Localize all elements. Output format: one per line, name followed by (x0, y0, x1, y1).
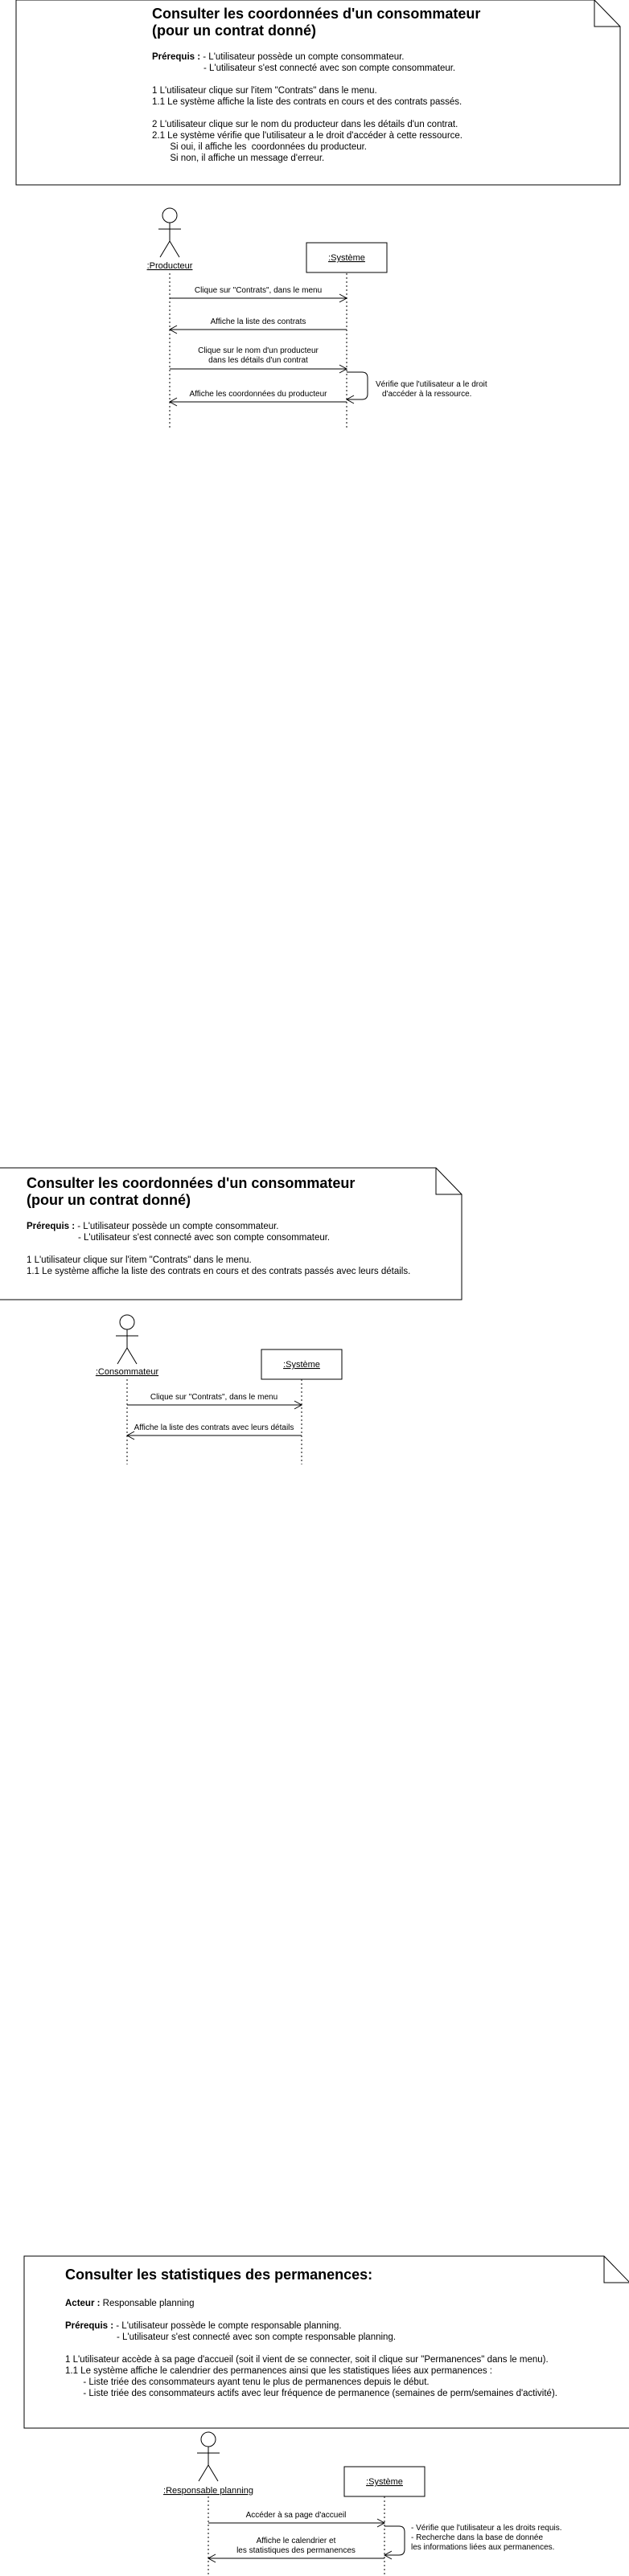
message-label-1: Clique sur "Contrats", dans le menu (150, 1393, 278, 1402)
note-acteur: Acteur : Responsable planning (65, 2298, 612, 2309)
acteur-value: Responsable planning (102, 2299, 195, 2308)
self-note-1: - Vérifie que l'utilisateur a les droits… (411, 2524, 562, 2533)
step-line: 1.1 Le système affiche la liste des cont… (27, 1267, 411, 1276)
system-label: :Système (283, 1360, 320, 1370)
note-title: Consulter les coordonnées d'un consommat… (152, 6, 602, 39)
actor-label: :Consommateur (96, 1367, 159, 1377)
step-line: 2 L'utilisateur clique sur le nom du pro… (152, 120, 458, 129)
sequence-diagrams-canvas: :Producteur :Système Clique sur "Contrat… (0, 0, 629, 2576)
note-steps: 1 L'utilisateur clique sur l'item "Contr… (27, 1255, 453, 1277)
step-line: Si oui, il affiche les coordonnées du pr… (152, 142, 368, 152)
step-line: - Liste triée des consommateurs ayant te… (65, 2377, 430, 2387)
note-steps: 1 L'utilisateur accède à sa page d'accue… (65, 2354, 612, 2399)
actor-figure (116, 1314, 138, 1365)
self-note-3: les informations liées aux permanences. (411, 2543, 554, 2552)
actor-figure (197, 2431, 220, 2482)
note-prereq: Prérequis : - L'utilisateur possède le c… (65, 2320, 612, 2343)
step-line: 1.1 Le système affiche la liste des cont… (152, 97, 462, 107)
prereq-item: - L'utilisateur s'est connecté avec son … (117, 2332, 397, 2342)
step-line: 2.1 Le système vérifie que l'utilisateur… (152, 131, 463, 141)
use-case-note-2: Consulter les coordonnées d'un consommat… (27, 1175, 453, 1277)
sequence-diagram-1: :Producteur :Système Clique sur "Contrat… (147, 207, 487, 428)
actor-label: :Responsable planning (163, 2486, 253, 2496)
message-label-2: Affiche la liste des contrats avec leurs… (134, 1423, 294, 1432)
prereq-label: Prérequis : (65, 2321, 114, 2331)
step-line: - Liste triée des consommateurs actifs a… (65, 2389, 557, 2398)
actor-label: :Producteur (147, 261, 193, 271)
note-title-line: (pour un contrat donné) (27, 1192, 191, 1208)
message-label-3a: Clique sur le nom d'un producteur (198, 346, 319, 355)
self-note-1: Vérifie que l'utilisateur a le droit (376, 380, 487, 389)
note-prereq: Prérequis : - L'utilisateur possède un c… (152, 51, 602, 74)
self-message-arrow (384, 2525, 405, 2556)
step-line: Si non, il affiche un message d'erreur. (152, 154, 325, 163)
use-case-note-3: Consulter les statistiques des permanenc… (65, 2267, 612, 2399)
actor-figure (158, 207, 181, 258)
note-title-line: (pour un contrat donné) (152, 23, 316, 39)
prereq-item: - L'utilisateur s'est connecté avec son … (204, 63, 456, 73)
step-spacer (152, 108, 602, 119)
use-case-note-1: Consulter les coordonnées d'un consommat… (152, 6, 602, 164)
message-label-3b: dans les détails d'un contrat (208, 356, 308, 365)
step-line: 1 L'utilisateur clique sur l'item "Contr… (27, 1255, 252, 1265)
system-label: :Système (328, 253, 365, 263)
prereq-item: - L'utilisateur s'est connecté avec son … (78, 1233, 331, 1243)
prereq-label: Prérequis : (152, 52, 201, 62)
note-title: Consulter les coordonnées d'un consommat… (27, 1175, 453, 1209)
self-note-2: - Recherche dans la base de donnée (411, 2533, 543, 2542)
prereq-item: - L'utilisateur possède un compte consom… (77, 1222, 279, 1231)
note-title-line: Consulter les coordonnées d'un consommat… (152, 6, 481, 22)
step-line: 1.1 Le système affiche le calendrier des… (65, 2366, 492, 2376)
message-label-4: Affiche les coordonnées du producteur (189, 390, 327, 399)
message-label-1: Clique sur "Contrats", dans le menu (195, 286, 322, 295)
sequence-diagram-2: :Consommateur :Système Clique sur "Contr… (96, 1314, 343, 1464)
acteur-label: Acteur : (65, 2299, 101, 2308)
self-message-arrow (347, 371, 368, 400)
message-label-2b: les statistiques des permanences (236, 2546, 356, 2555)
message-label-2: Affiche la liste des contrats (211, 317, 306, 326)
sequence-diagram-3: :Responsable planning :Système Accéder à… (163, 2431, 562, 2576)
step-line: 1 L'utilisateur clique sur l'item "Contr… (152, 86, 377, 96)
message-label-2a: Affiche le calendrier et (257, 2537, 336, 2545)
note-title-line: Consulter les statistiques des permanenc… (65, 2267, 373, 2283)
self-note-2: d'accéder à la ressource. (382, 390, 471, 399)
note-title: Consulter les statistiques des permanenc… (65, 2267, 612, 2283)
prereq-item: - L'utilisateur possède le compte respon… (116, 2321, 342, 2331)
prereq-item: - L'utilisateur possède un compte consom… (203, 52, 405, 62)
prereq-label: Prérequis : (27, 1222, 76, 1231)
note-steps: 1 L'utilisateur clique sur l'item "Contr… (152, 85, 602, 164)
note-title-line: Consulter les coordonnées d'un consommat… (27, 1175, 356, 1191)
system-label: :Système (366, 2477, 403, 2487)
step-line: 1 L'utilisateur accède à sa page d'accue… (65, 2355, 549, 2365)
message-label-1: Accéder à sa page d'accueil (246, 2511, 347, 2520)
note-prereq: Prérequis : - L'utilisateur possède un c… (27, 1221, 453, 1243)
